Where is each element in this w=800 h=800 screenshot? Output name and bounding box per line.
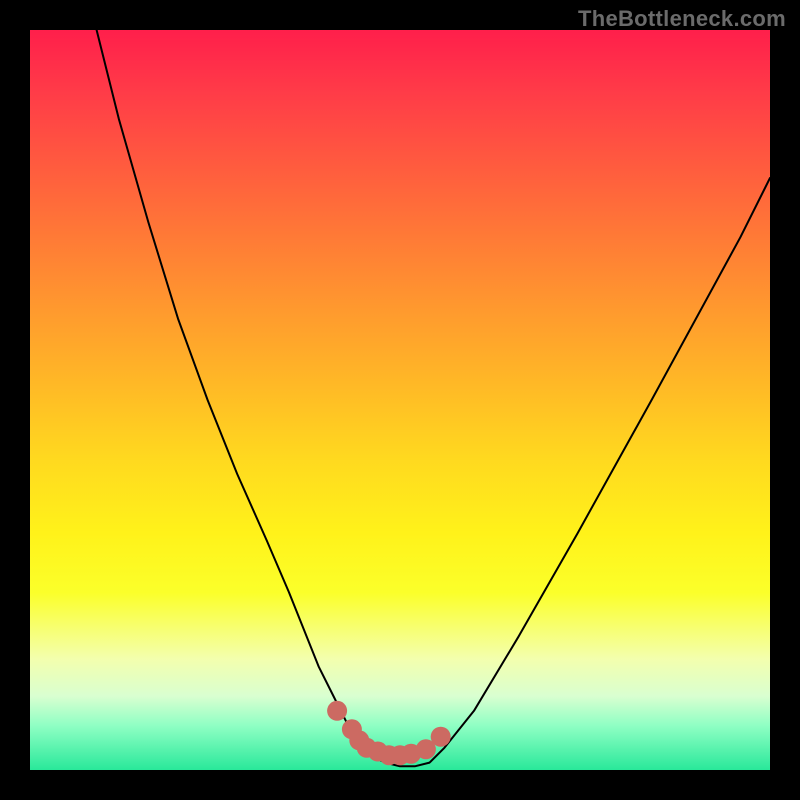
bottom-marker-dot — [431, 727, 451, 747]
bottleneck-curve — [97, 30, 770, 766]
bottom-marker-group — [327, 701, 451, 765]
chart-stage: TheBottleneck.com — [0, 0, 800, 800]
chart-svg — [30, 30, 770, 770]
watermark: TheBottleneck.com — [578, 6, 786, 32]
bottom-marker-dot — [327, 701, 347, 721]
